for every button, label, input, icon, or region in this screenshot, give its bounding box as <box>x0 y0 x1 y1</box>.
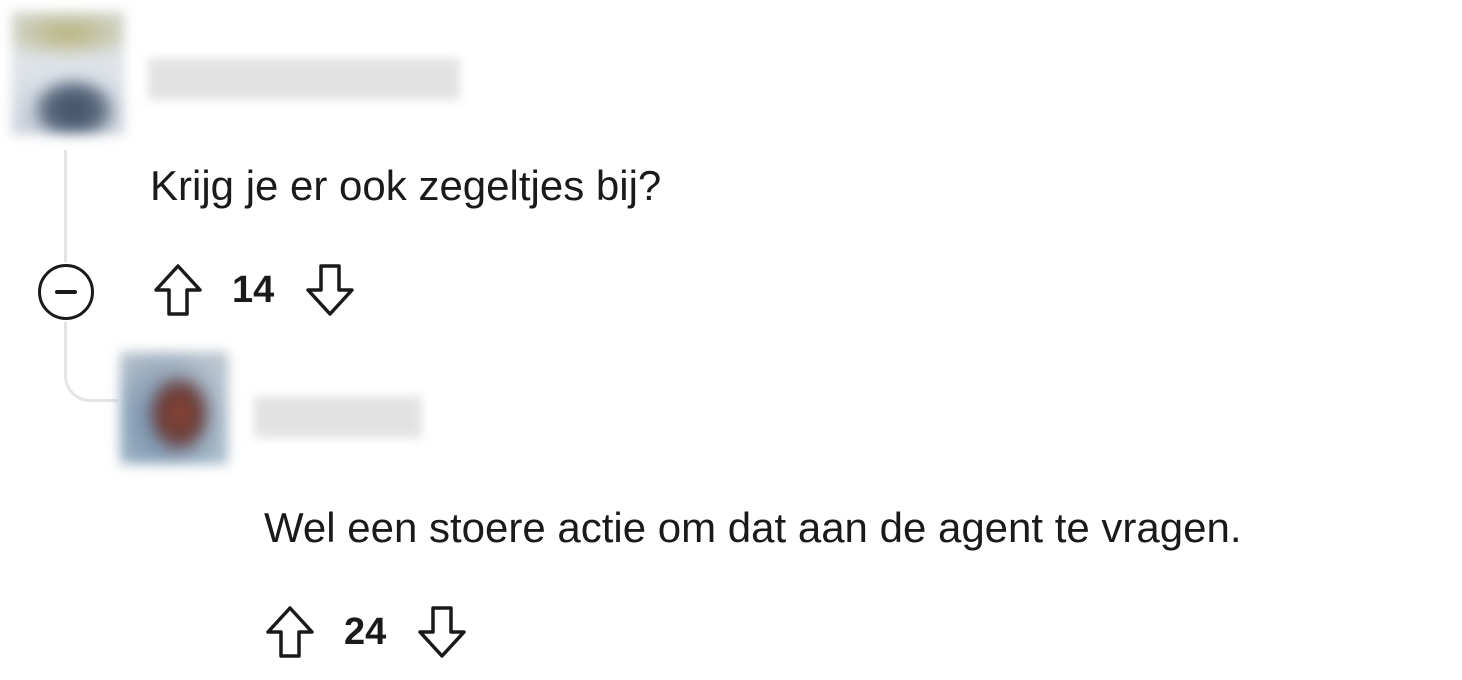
arrow-up-outline-icon <box>266 606 314 658</box>
arrow-down-outline-icon <box>418 606 467 658</box>
vote-count: 24 <box>344 611 387 653</box>
thread-line <box>64 150 67 262</box>
comment-thread: Krijg je er ook zegeltjes bij? 14 Wel ee… <box>0 0 1462 680</box>
upvote-button[interactable] <box>262 604 318 660</box>
vote-bar: 24 <box>262 604 470 660</box>
vote-count: 14 <box>232 269 275 311</box>
username-blurred[interactable] <box>148 58 460 100</box>
arrow-up-outline-icon <box>154 264 202 316</box>
downvote-button[interactable] <box>414 604 470 660</box>
avatar[interactable] <box>12 12 124 134</box>
comment-body: Wel een stoere actie om dat aan de agent… <box>264 504 1242 551</box>
downvote-button[interactable] <box>302 262 358 318</box>
username-blurred[interactable] <box>254 396 422 438</box>
reply-connector-line <box>64 322 118 402</box>
arrow-down-outline-icon <box>306 264 355 316</box>
comment-body: Krijg je er ook zegeltjes bij? <box>150 162 662 209</box>
upvote-button[interactable] <box>150 262 206 318</box>
minus-circle-icon[interactable] <box>38 264 94 320</box>
vote-bar: 14 <box>150 262 358 318</box>
avatar[interactable] <box>120 352 228 464</box>
